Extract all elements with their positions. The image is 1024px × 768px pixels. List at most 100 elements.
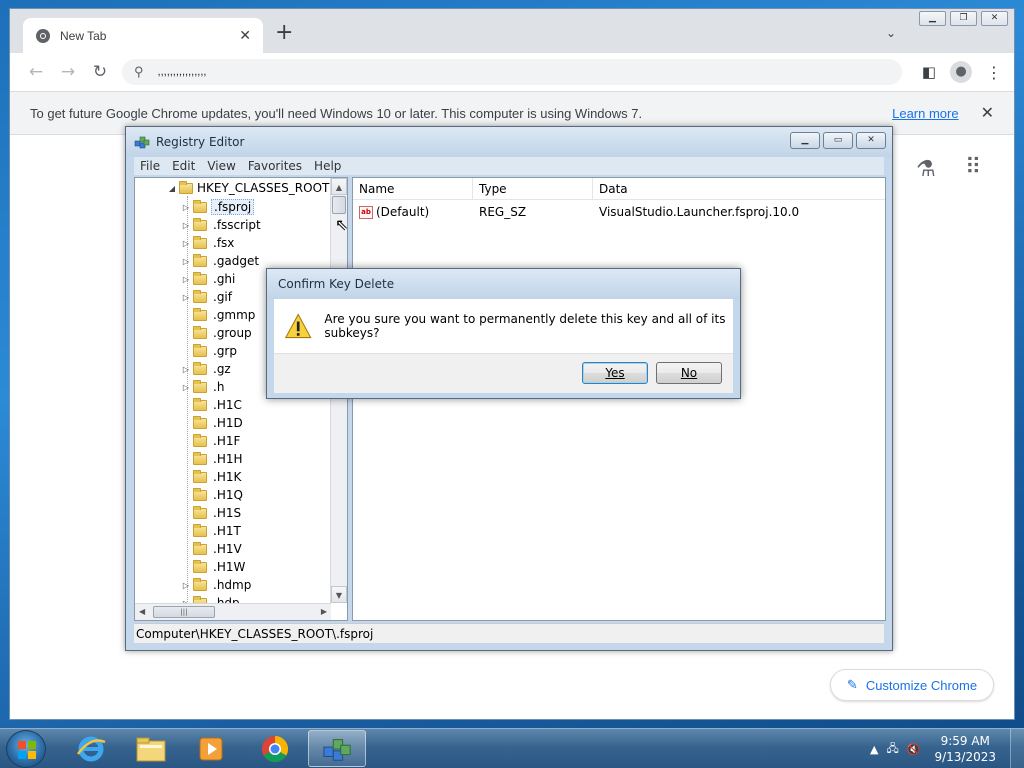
tree-item[interactable]: ▷.grp [181,342,263,360]
show-desktop-button[interactable] [1010,729,1024,768]
close-icon[interactable]: ✕ [981,11,1008,26]
show-hidden-icons-icon[interactable]: ▲ [870,743,878,756]
taskbar-chrome[interactable] [246,730,304,767]
menu-favorites[interactable]: Favorites [242,159,308,173]
tree-item[interactable]: ▷ .gadget [181,252,263,270]
taskbar-registry-editor[interactable] [308,730,366,767]
taskbar-media-player[interactable] [182,730,240,767]
scroll-thumb[interactable] [332,196,346,214]
tree-item-label: .H1W [213,560,246,574]
tree-item[interactable]: ▷.H1F [181,432,263,450]
expand-arrow-icon[interactable]: ▷ [181,365,191,374]
tree-item[interactable]: ▷ .fsproj [181,198,263,216]
taskbar-internet-explorer[interactable] [62,730,120,767]
column-type[interactable]: Type [473,178,593,199]
hscroll-thumb[interactable]: ||| [153,606,215,618]
tree-item[interactable]: ▷ .hdmp [181,576,263,594]
folder-icon [193,541,207,555]
tree-item[interactable]: ▷ .fsscript [181,216,263,234]
learn-more-link[interactable]: Learn more [892,106,958,121]
scroll-down-icon[interactable]: ▼ [331,586,347,603]
tree-item[interactable]: ▷.H1V [181,540,263,558]
expand-arrow-icon[interactable]: ▷ [181,275,191,284]
tree-item[interactable]: ▷.H1S [181,504,263,522]
customize-chrome-label: Customize Chrome [865,677,978,693]
omnibox[interactable]: ⚲ ,,,,,,,,,,,,,,,, [122,59,902,85]
volume-muted-icon[interactable]: 🔇 [907,743,921,756]
values-list[interactable]: Name Type Data ab (Default) REG_SZ Visua… [352,177,886,621]
tree-item-label: .fsx [213,236,235,250]
folder-icon [193,487,207,501]
maximize-icon[interactable]: ▭ [823,132,853,149]
tree-item[interactable]: ▷ .h [181,378,263,396]
collapse-arrow-icon[interactable]: ◢ [167,184,177,193]
network-icon[interactable]: 🖧 [887,740,899,759]
column-name[interactable]: Name [353,178,473,199]
new-tab-button[interactable]: + [275,22,293,44]
tab-new-tab[interactable]: New Tab ✕ [23,18,263,53]
registry-tree[interactable]: ◢ HKEY_CLASSES_ROOT ▷ .fsproj ▷ .fsscript ▷.… [134,177,348,621]
taskbar-file-explorer[interactable] [122,730,180,767]
menu-help[interactable]: Help [308,159,347,173]
profile-avatar-icon[interactable]: ● [950,61,972,83]
infobar-close-icon[interactable]: ✕ [981,103,994,123]
value-row[interactable]: ab (Default) REG_SZ VisualStudio.Launche… [353,202,885,222]
tree-item-label: .fsproj [211,199,255,215]
tree-item[interactable]: ▷ .gz [181,360,263,378]
menu-edit[interactable]: Edit [166,159,201,173]
no-button[interactable]: No [656,362,722,384]
tree-item[interactable]: ▷.group [181,324,263,342]
maximize-icon[interactable]: ❐ [950,11,977,26]
expand-arrow-icon[interactable]: ▷ [181,203,191,212]
menu-view[interactable]: View [201,159,241,173]
tree-item[interactable]: ▷.H1D [181,414,263,432]
tree-item[interactable]: ▷ .gif [181,288,263,306]
tree-root-node[interactable]: ◢ HKEY_CLASSES_ROOT [167,180,329,196]
tree-item[interactable]: ▷.H1Q [181,486,263,504]
tab-search-icon[interactable]: ⌄ [886,26,896,40]
tab-close-icon[interactable]: ✕ [239,27,251,44]
reload-icon[interactable]: ↻ [84,62,116,82]
google-apps-icon[interactable]: ⠿ [965,155,981,180]
expand-arrow-icon[interactable]: ▷ [181,257,191,266]
expand-arrow-icon[interactable]: ▷ [181,581,191,590]
expand-arrow-icon[interactable]: ▷ [181,239,191,248]
scroll-right-icon[interactable]: ▶ [321,607,327,616]
tree-item[interactable]: ▷.H1H [181,450,263,468]
tree-item[interactable]: ▷.gmmp [181,306,263,324]
menu-file[interactable]: File [134,159,166,173]
tree-item-label: .group [213,326,252,340]
labs-flask-icon[interactable]: ⚗ [916,157,936,182]
side-panel-icon[interactable]: ◧ [922,63,936,81]
forward-icon[interactable]: → [52,62,84,82]
start-button[interactable] [6,730,46,768]
expand-arrow-icon[interactable]: ▷ [181,293,191,302]
tree-item-label: .gmmp [213,308,256,322]
back-icon[interactable]: ← [20,62,52,82]
customize-chrome-button[interactable]: ✎ Customize Chrome [830,669,994,701]
tree-item[interactable]: ▷.H1K [181,468,263,486]
yes-button[interactable]: Yes [582,362,648,384]
tree-item[interactable]: ▷ .ghi [181,270,263,288]
tree-horizontal-scrollbar[interactable]: ◀ ||| ▶ [135,603,331,620]
clock[interactable]: 9:59 AM 9/13/2023 [934,733,996,765]
tree-item[interactable]: ▷.H1W [181,558,263,576]
tree-item[interactable]: ▷.H1T [181,522,263,540]
tree-item-label: .H1F [213,434,241,448]
close-icon[interactable]: ✕ [856,132,886,149]
dialog-titlebar[interactable]: Confirm Key Delete [267,269,740,299]
minimize-icon[interactable]: ▁ [790,132,820,149]
tree-root-label: HKEY_CLASSES_ROOT [197,181,330,195]
tree-item-label: .H1S [213,506,242,520]
minimize-icon[interactable]: ▁ [919,11,946,26]
regedit-titlebar[interactable]: Registry Editor ▁ ▭ ✕ [126,127,892,157]
column-data[interactable]: Data [593,178,885,199]
expand-arrow-icon[interactable]: ▷ [181,221,191,230]
scroll-up-icon[interactable]: ▲ [331,178,347,195]
scroll-left-icon[interactable]: ◀ [139,607,145,616]
menu-icon[interactable]: ⋮ [986,63,1002,82]
tree-item-label: .gif [213,290,232,304]
expand-arrow-icon[interactable]: ▷ [181,383,191,392]
tree-item[interactable]: ▷.H1C [181,396,263,414]
tree-item[interactable]: ▷ .fsx [181,234,263,252]
